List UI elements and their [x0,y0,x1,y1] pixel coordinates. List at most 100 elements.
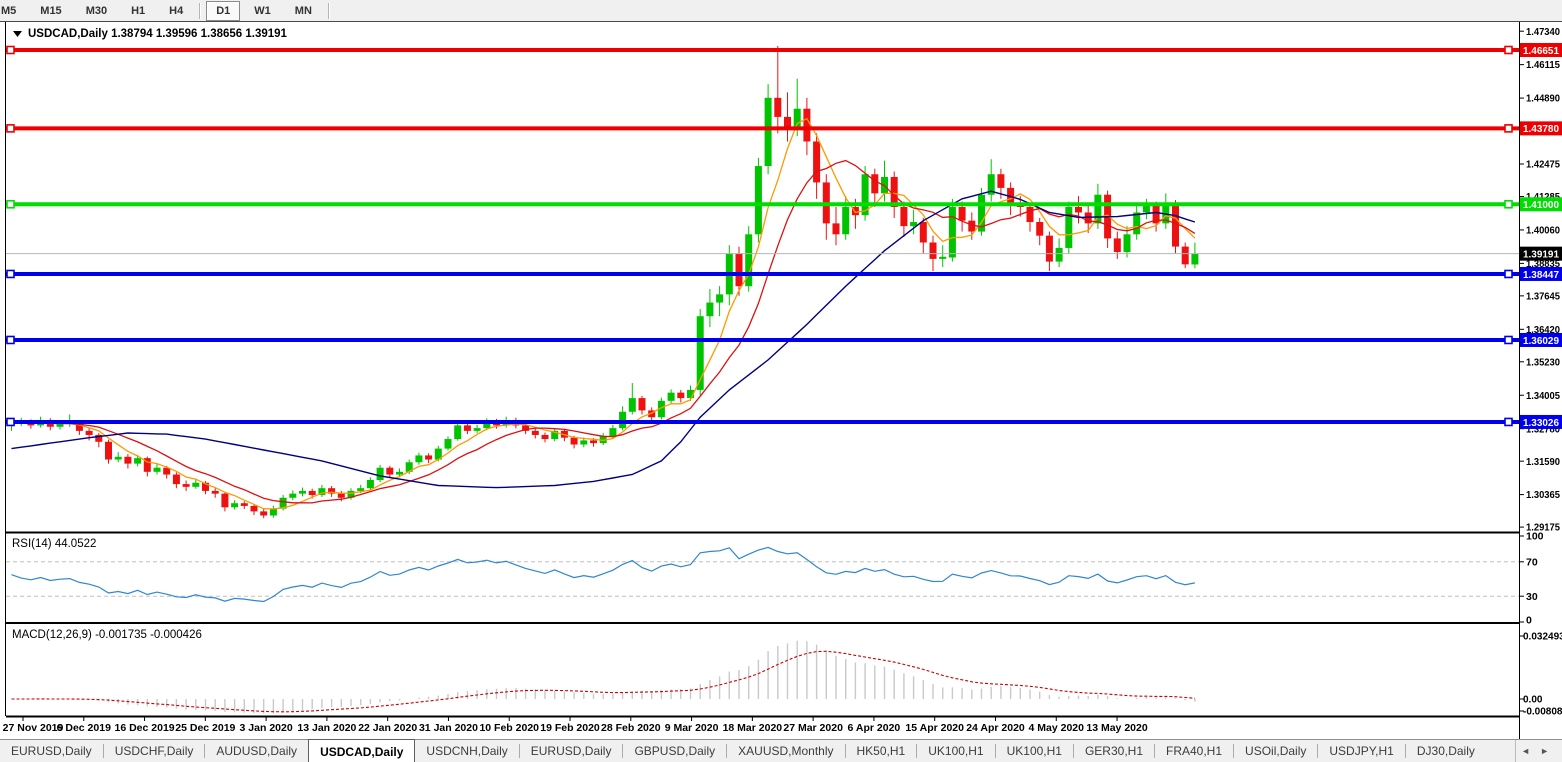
price-tick-label: 1.37645 [1526,290,1560,302]
candle-body [590,440,597,443]
level-anchor[interactable] [1505,125,1512,132]
level-anchor[interactable] [1505,270,1512,277]
timeframe-button-m5[interactable]: M5 [0,1,26,21]
price-tick-label: 1.30365 [1526,489,1560,501]
candle-body [629,398,636,412]
candle-body [183,484,190,487]
date-tick-label: 10 Feb 2020 [479,722,539,734]
price-tick-label: 1.31590 [1526,456,1560,468]
level-anchor[interactable] [7,125,14,132]
candle-body [115,457,122,460]
candle-body [134,458,141,463]
level-anchor[interactable] [7,336,14,343]
date-tick-label: 18 Mar 2020 [723,722,783,734]
candle-body [474,428,481,431]
level-anchor[interactable] [7,270,14,277]
chart-tab-usdcnh-daily[interactable]: USDCNH,Daily [415,740,518,762]
timeframe-button-h4[interactable]: H4 [159,1,193,21]
chart-tab-ger30-h1[interactable]: GER30,H1 [1074,740,1154,762]
level-anchor[interactable] [1505,336,1512,343]
candle-body [425,455,432,459]
tab-scroll-left-icon[interactable]: ◄ [1516,746,1535,756]
candle-body [173,475,180,485]
date-tick-label: 4 May 2020 [1029,722,1085,734]
candle-body [221,494,228,508]
chart-title: USDCAD,Daily 1.38794 1.39596 1.38656 1.3… [28,28,288,40]
chart-tab-eurusd-daily[interactable]: EURUSD,Daily [0,740,103,762]
candle-body [270,509,277,516]
chart-canvas[interactable]: 1.473401.461151.448901.424751.412851.400… [0,0,1562,762]
chart-tab-fra40-h1[interactable]: FRA40,H1 [1155,740,1233,762]
candle-body [377,468,384,480]
candle-body [609,428,616,436]
level-anchor[interactable] [7,201,14,208]
candle-body [959,207,966,221]
tab-scroll-right-icon[interactable]: ► [1535,746,1554,756]
chart-tab-gbpusd-daily[interactable]: GBPUSD,Daily [623,740,726,762]
chart-tab-eurusd-daily[interactable]: EURUSD,Daily [520,740,623,762]
chart-tab-audusd-daily[interactable]: AUDUSD,Daily [205,740,308,762]
price-axis: 1.473401.461151.448901.424751.412851.400… [1519,26,1562,534]
candle-body [1114,238,1121,252]
level-anchor[interactable] [7,418,14,425]
timeframe-button-h1[interactable]: H1 [121,1,155,21]
chart-tab-uk100-h1[interactable]: UK100,H1 [996,740,1073,762]
timeframe-button-m15[interactable]: M15 [30,1,71,21]
candle-body [1075,207,1082,212]
timeframe-button-mn[interactable]: MN [285,1,322,21]
price-badge-label: 1.33026 [1523,417,1559,429]
chart-tab-usdchf-daily[interactable]: USDCHF,Daily [104,740,205,762]
candle-body [57,424,64,427]
candle-body [396,472,403,475]
level-anchor[interactable] [1505,201,1512,208]
candle-body [833,223,840,234]
timeframe-button-w1[interactable]: W1 [244,1,281,21]
date-tick-label: 6 Apr 2020 [848,722,901,734]
chart-tab-uk100-h1[interactable]: UK100,H1 [917,740,994,762]
candle-body [154,468,161,472]
level-anchor[interactable] [1505,418,1512,425]
chart-tab-usdjpy-h1[interactable]: USDJPY,H1 [1318,740,1404,762]
date-tick-label: 27 Nov 2019 [3,722,64,734]
candle-body [212,491,219,494]
price-tick-label: 1.42475 [1526,159,1560,171]
candle-body [532,431,539,435]
date-tick-label: 13 May 2020 [1086,722,1147,734]
candle-body [299,491,306,494]
chart-tab-usdcad-daily[interactable]: USDCAD,Daily [308,739,415,762]
candle-body [765,98,772,166]
price-tick-label: 1.34005 [1526,390,1560,402]
chart-tab-hk50-h1[interactable]: HK50,H1 [846,740,917,762]
candle-body [580,440,587,444]
level-anchor[interactable] [7,47,14,54]
chart-tab-usoil-daily[interactable]: USOil,Daily [1234,740,1317,762]
candle-body [736,253,743,286]
candle-body [260,511,267,515]
candle-body [1065,207,1072,248]
candle-body [619,412,626,428]
price-badge-label: 1.43780 [1523,123,1559,135]
chart-tab-xauusd-monthly[interactable]: XAUUSD,Monthly [727,740,844,762]
tab-scroll-arrows: ◄► [1515,740,1562,762]
candle-body [639,398,646,410]
timeframe-toolbar: M5M15M30H1H4 D1W1MN [0,0,1562,22]
date-tick-label: 16 Dec 2019 [114,722,174,734]
toolbar-divider [199,3,200,19]
chart-tab-dj30-daily[interactable]: DJ30,Daily [1406,740,1486,762]
candle-body [784,117,791,128]
candle-body [571,438,578,445]
candle-body [1036,222,1043,236]
timeframe-button-m30[interactable]: M30 [76,1,117,21]
candle-body [338,494,345,498]
candle-body [357,488,364,491]
price-badge-label: 1.36029 [1523,335,1559,347]
svg-text:70: 70 [1526,556,1538,568]
candle-body [755,166,762,234]
date-tick-label: 6 Dec 2019 [57,722,111,734]
mt4-window: M5M15M30H1H4 D1W1MN 1.473401.461151.44890… [0,0,1562,762]
date-tick-label: 27 Mar 2020 [783,722,843,734]
timeframe-button-d1[interactable]: D1 [206,1,240,21]
svg-text:30: 30 [1526,591,1538,603]
level-anchor[interactable] [1505,47,1512,54]
candle-body [668,393,675,401]
